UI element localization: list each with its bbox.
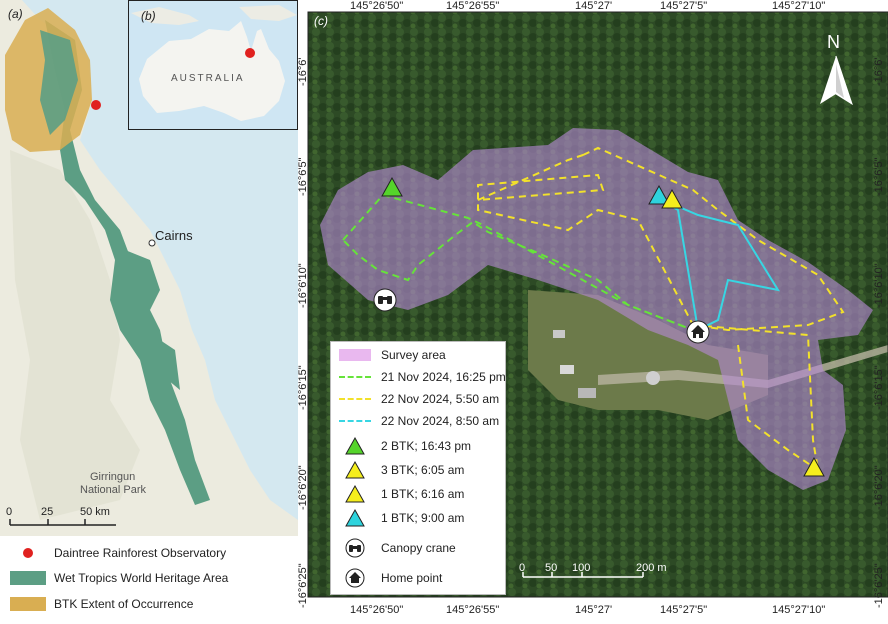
panel-c-label: (c) — [314, 14, 328, 28]
scale-a-tick: 25 — [41, 506, 54, 518]
legend-c-item: 22 Nov 2024, 8:50 am — [339, 410, 499, 432]
scale-c-tick: 0 — [519, 562, 526, 574]
x-tick-bottom: 145°27'5" — [660, 604, 708, 616]
park-label-line2: National Park — [80, 484, 147, 496]
green-dash-icon — [339, 367, 371, 387]
legend-c-label: 3 BTK; 6:05 am — [381, 463, 465, 477]
legend-c-label: 21 Nov 2024, 16:25 pm — [381, 370, 506, 384]
legend-c-label: 22 Nov 2024, 8:50 am — [381, 414, 500, 428]
green-swatch-icon — [10, 571, 46, 585]
y-tick-left: -16°6'5" — [298, 157, 309, 196]
y-tick-right: -16°6'5" — [873, 157, 885, 196]
x-tick-top: 145°26'50" — [350, 0, 404, 12]
legend-a-item: Daintree Rainforest Observatory — [10, 544, 226, 562]
x-tick-bottom: 145°26'50" — [350, 604, 404, 616]
cyan-triangle-icon — [339, 508, 371, 528]
y-tick-right: -16°6'25" — [873, 563, 885, 608]
scale-a-tick: 0 — [6, 506, 13, 518]
park-label-line1: Girringun — [90, 471, 136, 483]
legend-c-label: 22 Nov 2024, 5:50 am — [381, 392, 500, 406]
x-tick-bottom: 145°26'55" — [446, 604, 500, 616]
legend-a-label: Wet Tropics World Heritage Area — [54, 571, 229, 585]
panel-a-regional-map: (a) Cairns Girringun National Park 0 25 … — [0, 0, 298, 624]
home-point-marker — [686, 320, 710, 344]
y-tick-left: -16°6'10" — [298, 263, 309, 308]
legend-c-item: 1 BTK; 6:16 am — [339, 483, 464, 505]
y-tick-left: -16°6'15" — [298, 365, 309, 410]
x-tick-top: 145°27' — [575, 0, 613, 12]
legend-c: Survey area 21 Nov 2024, 16:25 pm 22 Nov… — [330, 341, 506, 595]
y-tick-left: -16°6'25" — [298, 563, 309, 608]
y-tick-right: -16°6'10" — [873, 263, 885, 308]
y-tick-left: -16°6' — [298, 57, 309, 86]
legend-c-item: 21 Nov 2024, 16:25 pm — [339, 366, 506, 388]
legend-c-item: 1 BTK; 9:00 am — [339, 507, 464, 529]
yellow-triangle-icon — [339, 484, 371, 504]
binoculars-icon — [339, 538, 371, 558]
scale-c-tick: 50 — [545, 562, 558, 574]
legend-c-label: 1 BTK; 6:16 am — [381, 487, 465, 501]
country-label: AUSTRALIA — [171, 73, 245, 84]
legend-c-item: 22 Nov 2024, 5:50 am — [339, 388, 499, 410]
tan-swatch-icon — [10, 597, 46, 611]
legend-c-label: Home point — [381, 571, 443, 585]
legend-a: Daintree Rainforest Observatory Wet Trop… — [0, 536, 298, 624]
legend-c-item: Home point — [339, 567, 442, 589]
north-label: N — [827, 32, 840, 52]
canopy-crane-marker — [373, 288, 397, 312]
y-tick-right: -16°6'20" — [873, 465, 885, 510]
survey-area-swatch-icon — [339, 345, 371, 365]
legend-c-label: Survey area — [381, 348, 446, 362]
x-tick-bottom: 145°27'10" — [772, 604, 826, 616]
x-tick-top: 145°27'5" — [660, 0, 708, 12]
location-marker — [245, 48, 255, 58]
legend-c-item: 2 BTK; 16:43 pm — [339, 435, 471, 457]
legend-c-label: Canopy crane — [381, 541, 456, 555]
x-tick-top: 145°27'10" — [772, 0, 826, 12]
legend-c-item: 3 BTK; 6:05 am — [339, 459, 464, 481]
x-tick-top: 145°26'55" — [446, 0, 500, 12]
home-icon — [339, 568, 371, 588]
y-tick-right: -16°6'15" — [873, 365, 885, 410]
scale-a-tick: 50 km — [80, 506, 110, 518]
scale-c-tick: 200 m — [636, 562, 667, 574]
yellow-triangle-icon — [339, 460, 371, 480]
panel-a-label: (a) — [8, 7, 23, 21]
legend-a-item: Wet Tropics World Heritage Area — [10, 569, 228, 587]
legend-a-label: Daintree Rainforest Observatory — [54, 546, 227, 560]
green-triangle-icon — [339, 436, 371, 456]
legend-c-label: 1 BTK; 9:00 am — [381, 511, 465, 525]
legend-a-label: BTK Extent of Occurrence — [54, 597, 194, 611]
legend-c-item: Canopy crane — [339, 537, 456, 559]
x-tick-bottom: 145°27' — [575, 604, 613, 616]
cyan-dash-icon — [339, 411, 371, 431]
city-label: Cairns — [155, 228, 193, 243]
y-tick-left: -16°6'20" — [298, 465, 309, 510]
legend-a-item: BTK Extent of Occurrence — [10, 595, 193, 613]
panel-b-inset-map: (b) AUSTRALIA — [128, 0, 298, 130]
scale-c-tick: 100 — [572, 562, 591, 574]
legend-c-label: 2 BTK; 16:43 pm — [381, 439, 472, 453]
observatory-marker — [91, 100, 101, 110]
y-tick-right: -16°6' — [873, 57, 885, 86]
yellow-dash-icon — [339, 389, 371, 409]
red-dot-icon — [10, 546, 46, 560]
panel-b-label: (b) — [141, 9, 156, 23]
legend-c-item: Survey area — [339, 344, 446, 366]
